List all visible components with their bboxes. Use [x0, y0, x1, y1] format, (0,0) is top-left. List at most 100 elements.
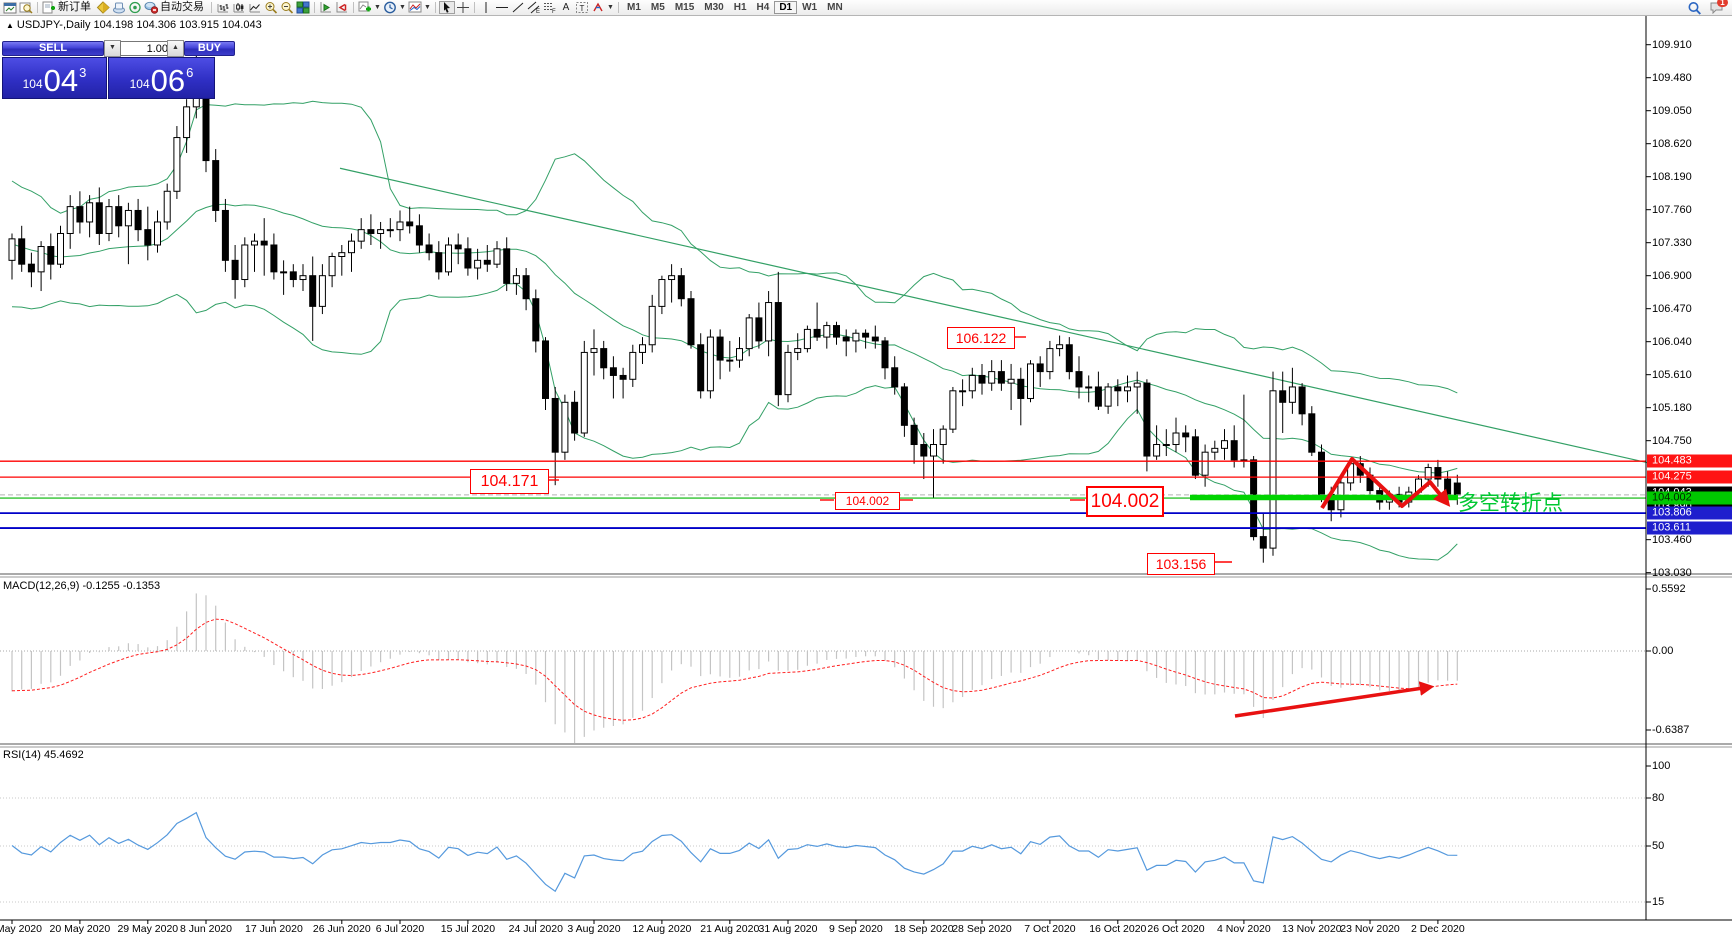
text-tool-icon: A: [563, 1, 570, 14]
price-text-label-103.156[interactable]: 103.156: [1147, 553, 1215, 575]
profiles-button[interactable]: [18, 1, 34, 14]
timeframe-button-m15[interactable]: M15: [670, 1, 699, 14]
price-axis-label: 106.900: [1652, 270, 1692, 282]
zoom-in-button[interactable]: [263, 1, 279, 14]
timeframe-button-m1[interactable]: M1: [622, 1, 646, 14]
bullish-candle-body: [795, 349, 801, 353]
text-tool-button[interactable]: A: [558, 1, 574, 14]
bearish-candle-body: [901, 387, 907, 425]
volume-input[interactable]: [120, 41, 172, 56]
indicators-dropdown-arrow[interactable]: ▼: [373, 4, 382, 11]
sell-price-box[interactable]: 104 04 3: [2, 57, 107, 99]
bearish-candle-body: [882, 341, 888, 368]
bullish-candle-body: [87, 203, 93, 222]
new-order-label[interactable]: 新订单: [58, 1, 91, 14]
bullish-candle-body: [1105, 387, 1111, 406]
candlestick-mode-button[interactable]: [231, 1, 247, 14]
trendline-tool-button[interactable]: [510, 1, 526, 14]
data-window-button[interactable]: [111, 1, 127, 14]
timeframe-button-d1[interactable]: D1: [774, 1, 797, 14]
chat-button[interactable]: 1: [1708, 1, 1724, 14]
line-chart-mode-button[interactable]: [247, 1, 263, 14]
buy-price-big-figure: 104: [130, 77, 150, 91]
arrows-tool-button[interactable]: [590, 1, 606, 14]
price-text-label-106.122[interactable]: 106.122: [947, 327, 1015, 349]
bearish-candle-body: [552, 398, 558, 452]
arrows-dropdown-arrow[interactable]: ▼: [606, 4, 615, 11]
timeframe-button-h1[interactable]: H1: [729, 1, 752, 14]
toolbar-separator: [314, 2, 315, 13]
chart-shift-button[interactable]: [334, 1, 350, 14]
periods-dropdown-arrow[interactable]: ▼: [398, 4, 407, 11]
search-button[interactable]: [1686, 1, 1702, 14]
date-axis-label: 20 May 2020: [50, 923, 111, 935]
timeframe-button-m30[interactable]: M30: [699, 1, 728, 14]
channel-tool-button[interactable]: E: [526, 1, 542, 14]
bearish-candle-body: [455, 245, 461, 249]
trendline-icon: [511, 1, 525, 14]
templates-dropdown-arrow[interactable]: ▼: [423, 4, 432, 11]
label-tool-button[interactable]: T: [574, 1, 590, 14]
market-watch-button[interactable]: [95, 1, 111, 14]
buy-button[interactable]: BUY: [184, 41, 235, 56]
new-order-button[interactable]: [41, 1, 57, 14]
price-axis-label: 103.030: [1652, 567, 1692, 579]
vertical-line-tool-button[interactable]: [478, 1, 494, 14]
bollinger-bands: [12, 101, 1457, 560]
chart-canvas[interactable]: [0, 0, 1732, 939]
buy-price-box[interactable]: 104 06 6: [108, 57, 215, 99]
rsi-indicator-label: RSI(14) 45.4692: [3, 749, 84, 761]
price-tag-104.275: 104.275: [1647, 471, 1732, 484]
bullish-candle-body: [853, 333, 859, 341]
date-axis-label: 2 Dec 2020: [1411, 923, 1465, 935]
volume-decrease-button[interactable]: ▼: [104, 40, 121, 57]
bullish-candle-body: [319, 276, 325, 307]
price-tag-103.611: 103.611: [1647, 522, 1732, 535]
bullish-candle-body: [1086, 387, 1092, 388]
zoom-out-button[interactable]: [279, 1, 295, 14]
bullish-candle-body: [513, 276, 519, 284]
macd-trend-arrow: [1235, 687, 1430, 716]
price-text-label-104.171[interactable]: 104.171: [470, 469, 549, 494]
bearish-candle-body: [601, 349, 607, 368]
price-text-label-104.002[interactable]: 104.002: [1086, 486, 1164, 517]
indicators-button[interactable]: [357, 1, 373, 14]
bearish-candle-body: [213, 161, 219, 211]
strategy-tester-button[interactable]: [127, 1, 143, 14]
toolbar-separator: [435, 2, 436, 13]
autotrading-label[interactable]: 自动交易: [160, 1, 204, 14]
timeframe-button-w1[interactable]: W1: [797, 1, 822, 14]
auto-scroll-button[interactable]: [318, 1, 334, 14]
price-axis-label: 105.610: [1652, 369, 1692, 381]
periods-button[interactable]: [382, 1, 398, 14]
bullish-candle-body: [281, 272, 287, 273]
volume-increase-button[interactable]: ▲: [167, 40, 184, 57]
turning-point-annotation[interactable]: 多空转折点: [1458, 487, 1563, 517]
new-chart-button[interactable]: [2, 1, 18, 14]
price-text-label-104.002[interactable]: 104.002: [835, 492, 900, 510]
templates-button[interactable]: [407, 1, 423, 14]
cursor-arrow-icon: [440, 1, 454, 14]
bullish-candle-body: [562, 402, 568, 452]
autotrading-icon: [144, 1, 158, 14]
date-axis-label: 8 Jun 2020: [180, 923, 232, 935]
sell-button[interactable]: SELL: [2, 41, 104, 56]
bullish-candle-body: [252, 241, 258, 245]
sell-price-big-figure: 104: [23, 77, 43, 91]
timeframe-toolbar: M1M5M15M30H1H4D1W1MN: [622, 1, 848, 14]
timeframe-button-mn[interactable]: MN: [822, 1, 848, 14]
timeframe-button-m5[interactable]: M5: [646, 1, 670, 14]
crosshair-tool-button[interactable]: [455, 1, 471, 14]
tile-windows-button[interactable]: [295, 1, 311, 14]
horizontal-line-tool-button[interactable]: [494, 1, 510, 14]
fibonacci-tool-button[interactable]: F: [542, 1, 558, 14]
timeframe-button-h4[interactable]: H4: [752, 1, 775, 14]
cursor-tool-button[interactable]: [439, 1, 455, 14]
autotrading-button[interactable]: [143, 1, 159, 14]
bullish-candle-body: [106, 207, 112, 234]
bullish-candle-body: [1173, 433, 1179, 445]
bearish-candle-body: [1066, 345, 1072, 372]
bearish-candle-body: [1076, 372, 1082, 387]
chart-symbol-line: ▲ USDJPY-,Daily 104.198 104.306 103.915 …: [6, 19, 262, 31]
bar-chart-mode-button[interactable]: [215, 1, 231, 14]
